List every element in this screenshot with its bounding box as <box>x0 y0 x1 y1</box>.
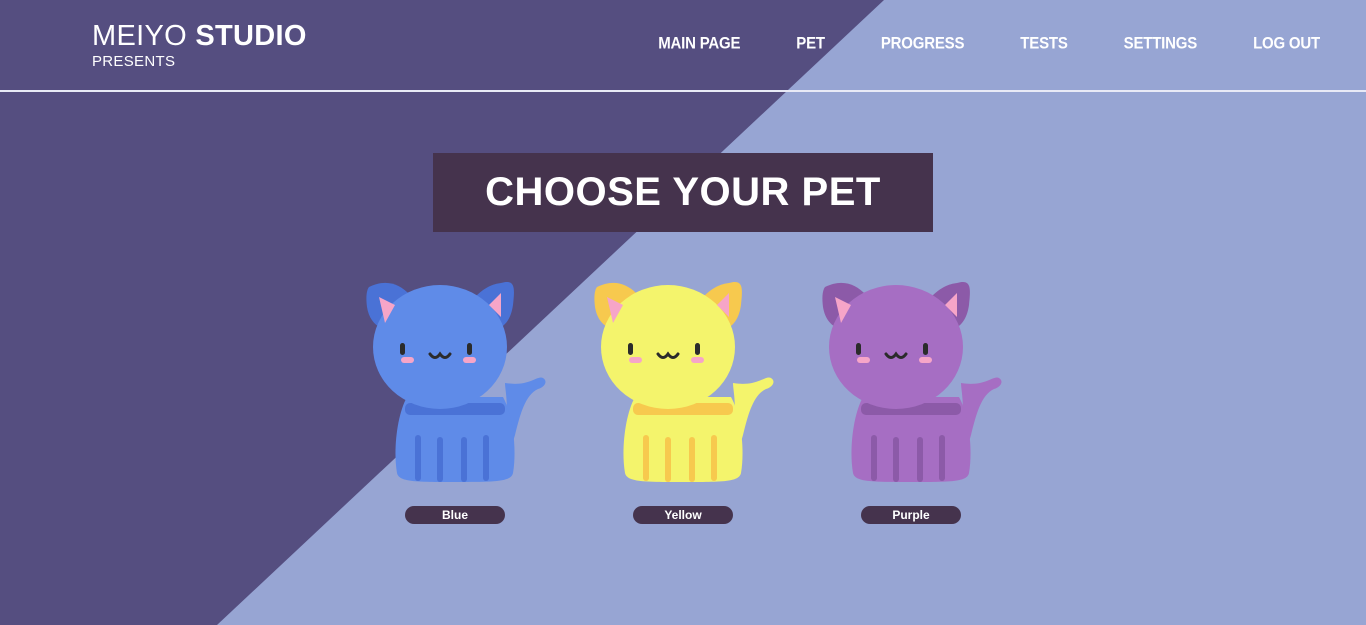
page-title: CHOOSE YOUR PET <box>485 170 881 214</box>
logo-subtitle: PRESENTS <box>92 53 176 70</box>
nav-item-log-out[interactable]: LOG OUT <box>1253 34 1320 52</box>
yellow-cat-icon <box>594 281 774 482</box>
purple-cat-icon <box>822 281 1002 482</box>
select-purple-button[interactable]: Purple <box>861 506 961 524</box>
pet-card-yellow[interactable]: Yellow <box>583 275 783 535</box>
blue-cat-icon <box>366 281 546 482</box>
select-yellow-button[interactable]: Yellow <box>633 506 733 524</box>
main-nav: MAIN PAGE PET PROGRESS TESTS SETTINGS LO… <box>602 34 1320 52</box>
nav-item-settings[interactable]: SETTINGS <box>1124 34 1198 52</box>
studio-logo[interactable]: MEIYO STUDIO PRESENTS <box>92 20 307 70</box>
page-title-banner: CHOOSE YOUR PET <box>433 153 933 232</box>
nav-item-tests[interactable]: TESTS <box>1020 34 1068 52</box>
logo-brand-light: MEIYO <box>92 20 187 52</box>
pet-card-blue[interactable]: Blue <box>355 275 555 535</box>
nav-item-main-page[interactable]: MAIN PAGE <box>658 34 740 52</box>
top-header: MEIYO STUDIO PRESENTS MAIN PAGE PET PROG… <box>0 0 1366 92</box>
select-blue-button[interactable]: Blue <box>405 506 505 524</box>
nav-item-pet[interactable]: PET <box>796 34 825 52</box>
pet-card-purple[interactable]: Purple <box>811 275 1011 535</box>
logo-brand-bold: STUDIO <box>195 20 307 52</box>
nav-item-progress[interactable]: PROGRESS <box>881 34 965 52</box>
